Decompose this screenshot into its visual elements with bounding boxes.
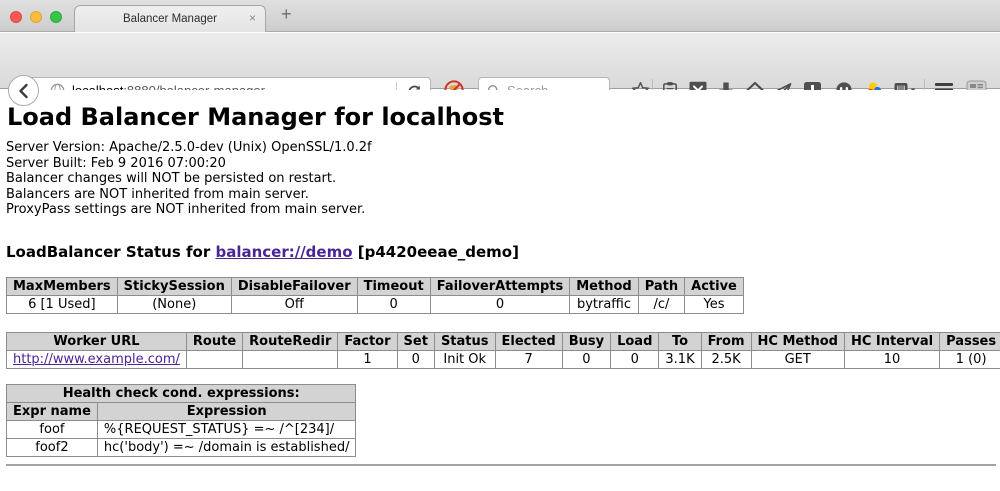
val-active: Yes bbox=[685, 295, 744, 313]
worker-table: Worker URL Route RouteRedir Factor Set S… bbox=[6, 332, 1000, 369]
new-tab-button[interactable]: + bbox=[281, 4, 292, 25]
val-path: /c/ bbox=[638, 295, 684, 313]
worker-url-link[interactable]: http://www.example.com/ bbox=[13, 352, 180, 367]
footer-divider bbox=[6, 464, 996, 466]
col-to: To bbox=[659, 332, 701, 350]
worker-status: Init Ok bbox=[434, 350, 495, 368]
col-failoverattempts: FailoverAttempts bbox=[430, 277, 570, 295]
col-passes: Passes bbox=[940, 332, 1000, 350]
status-heading-suffix: [p4420eeae_demo] bbox=[353, 243, 519, 261]
expr-value-1: %{REQUEST_STATUS} =~ /^[234]/ bbox=[97, 420, 356, 438]
worker-hc-interval: 10 bbox=[844, 350, 939, 368]
worker-hc-method: GET bbox=[751, 350, 844, 368]
val-stickysession: (None) bbox=[117, 295, 231, 313]
inherit-notice-line: Balancers are NOT inherited from main se… bbox=[6, 187, 1000, 203]
expr-value-2: hc('body') =~ /domain is established/ bbox=[97, 438, 356, 456]
balancer-params-header-row: MaxMembers StickySession DisableFailover… bbox=[7, 277, 744, 295]
col-worker-url: Worker URL bbox=[7, 332, 187, 350]
worker-busy: 0 bbox=[562, 350, 610, 368]
val-maxmembers: 6 [1 Used] bbox=[7, 295, 118, 313]
worker-header-row: Worker URL Route RouteRedir Factor Set S… bbox=[7, 332, 1000, 350]
worker-load: 0 bbox=[611, 350, 659, 368]
persist-notice-line: Balancer changes will NOT be persisted o… bbox=[6, 171, 1000, 187]
minimize-window-button[interactable] bbox=[30, 11, 42, 23]
col-busy: Busy bbox=[562, 332, 610, 350]
health-header-row: Expr name Expression bbox=[7, 402, 356, 420]
page-content: Load Balancer Manager for localhost Serv… bbox=[0, 90, 1000, 491]
expr-name-1: foof bbox=[7, 420, 98, 438]
col-active: Active bbox=[685, 277, 744, 295]
worker-routeredir bbox=[243, 350, 338, 368]
health-row-foof: foof %{REQUEST_STATUS} =~ /^[234]/ bbox=[7, 420, 356, 438]
worker-route bbox=[186, 350, 242, 368]
val-failoverattempts: 0 bbox=[430, 295, 570, 313]
tab-balancer-manager[interactable]: Balancer Manager × bbox=[74, 5, 266, 32]
proxypass-notice-line: ProxyPass settings are NOT inherited fro… bbox=[6, 202, 1000, 218]
tab-bar: Balancer Manager × + bbox=[0, 0, 1000, 32]
col-set: Set bbox=[397, 332, 434, 350]
val-timeout: 0 bbox=[357, 295, 430, 313]
health-table-title: Health check cond. expressions: bbox=[7, 384, 356, 402]
loadbalancer-status-heading: LoadBalancer Status for balancer://demo … bbox=[6, 243, 1000, 261]
col-elected: Elected bbox=[495, 332, 562, 350]
col-factor: Factor bbox=[338, 332, 397, 350]
tab-title: Balancer Manager bbox=[123, 13, 217, 25]
worker-passes: 1 (0) bbox=[940, 350, 1000, 368]
page-title: Load Balancer Manager for localhost bbox=[7, 103, 1000, 131]
worker-factor: 1 bbox=[338, 350, 397, 368]
col-expr-name: Expr name bbox=[7, 402, 98, 420]
col-method: Method bbox=[570, 277, 638, 295]
col-status: Status bbox=[434, 332, 495, 350]
window-controls bbox=[10, 11, 62, 23]
col-stickysession: StickySession bbox=[117, 277, 231, 295]
zoom-window-button[interactable] bbox=[50, 11, 62, 23]
worker-elected: 7 bbox=[495, 350, 562, 368]
server-info: Server Version: Apache/2.5.0-dev (Unix) … bbox=[6, 140, 1000, 218]
health-check-table: Health check cond. expressions: Expr nam… bbox=[6, 384, 356, 457]
val-method: bytraffic bbox=[570, 295, 638, 313]
tab-close-icon[interactable]: × bbox=[249, 11, 256, 25]
col-from: From bbox=[701, 332, 751, 350]
expr-name-2: foof2 bbox=[7, 438, 98, 456]
navigation-toolbar: localhost:8880/balancer-manager bbox=[0, 33, 1000, 89]
server-built-line: Server Built: Feb 9 2016 07:00:20 bbox=[6, 156, 1000, 172]
col-disablefailover: DisableFailover bbox=[231, 277, 357, 295]
worker-set: 0 bbox=[397, 350, 434, 368]
back-button[interactable] bbox=[8, 75, 39, 106]
balancer-params-data-row: 6 [1 Used] (None) Off 0 0 bytraffic /c/ … bbox=[7, 295, 744, 313]
col-hc-method: HC Method bbox=[751, 332, 844, 350]
col-timeout: Timeout bbox=[357, 277, 430, 295]
col-hc-interval: HC Interval bbox=[844, 332, 939, 350]
val-disablefailover: Off bbox=[231, 295, 357, 313]
worker-from: 2.5K bbox=[701, 350, 751, 368]
col-route: Route bbox=[186, 332, 242, 350]
server-version-line: Server Version: Apache/2.5.0-dev (Unix) … bbox=[6, 140, 1000, 156]
health-row-foof2: foof2 hc('body') =~ /domain is establish… bbox=[7, 438, 356, 456]
col-maxmembers: MaxMembers bbox=[7, 277, 118, 295]
close-window-button[interactable] bbox=[10, 11, 22, 23]
balancer-params-table: MaxMembers StickySession DisableFailover… bbox=[6, 277, 744, 314]
col-routeredir: RouteRedir bbox=[243, 332, 338, 350]
col-load: Load bbox=[611, 332, 659, 350]
health-title-row: Health check cond. expressions: bbox=[7, 384, 356, 402]
col-path: Path bbox=[638, 277, 684, 295]
worker-data-row: http://www.example.com/ 1 0 Init Ok 7 0 … bbox=[7, 350, 1000, 368]
col-expression: Expression bbox=[97, 402, 356, 420]
browser-window: Balancer Manager × + localhost:8880/bala… bbox=[0, 0, 1000, 491]
status-heading-prefix: LoadBalancer Status for bbox=[6, 243, 215, 261]
worker-url-cell: http://www.example.com/ bbox=[7, 350, 187, 368]
back-arrow-icon bbox=[16, 83, 32, 99]
worker-to: 3.1K bbox=[659, 350, 701, 368]
balancer-demo-link[interactable]: balancer://demo bbox=[215, 243, 352, 261]
